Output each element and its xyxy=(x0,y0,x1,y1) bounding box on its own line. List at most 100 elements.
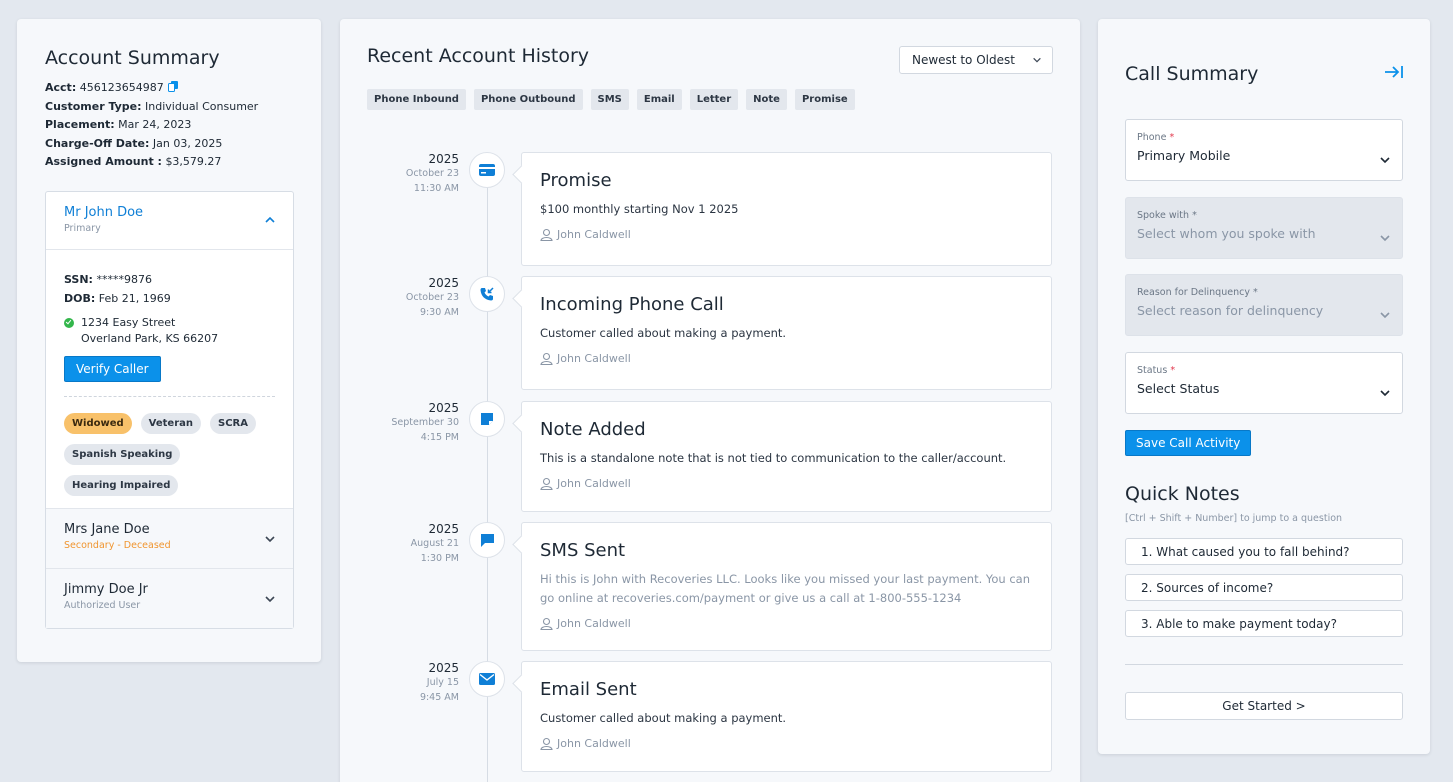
verify-caller-button[interactable]: Verify Caller xyxy=(64,355,161,382)
contact-header-primary[interactable]: Mr John Doe Primary xyxy=(46,192,293,250)
contact-tags: Widowed Veteran SCRA Spanish Speaking He… xyxy=(64,412,264,496)
required-mark: * xyxy=(1169,132,1175,143)
timeline-card[interactable]: Email Sent Customer called about making … xyxy=(521,661,1052,772)
timeline-card[interactable]: Incoming Phone Call Customer called abou… xyxy=(521,276,1052,390)
assigned-amount-value: $3,579.27 xyxy=(165,155,222,168)
timeline-desc: This is a standalone note that is not ti… xyxy=(540,451,1007,465)
ssn-label: SSN: xyxy=(64,272,93,286)
chevron-down-icon xyxy=(1380,235,1390,242)
chat-bubble-icon xyxy=(469,522,505,558)
customer-type-value: Individual Consumer xyxy=(145,99,259,113)
spoke-with-placeholder: Select whom you spoke with xyxy=(1137,226,1316,241)
timeline-agent: John Caldwell xyxy=(540,617,1033,630)
user-icon xyxy=(540,477,553,490)
timeline-agent: John Caldwell xyxy=(540,352,1033,365)
status-select[interactable]: Status * Select Status xyxy=(1125,352,1403,414)
chevron-up-icon[interactable] xyxy=(264,214,276,226)
timeline-year: 2025 xyxy=(428,522,459,536)
agent-name: John Caldwell xyxy=(557,737,631,750)
filter-promise[interactable]: Promise xyxy=(794,89,855,110)
credit-card-icon xyxy=(469,152,505,188)
tag-spanish-speaking: Spanish Speaking xyxy=(64,443,181,465)
reason-select[interactable]: Reason for Delinquency * Select reason f… xyxy=(1125,274,1403,336)
timeline-title: SMS Sent xyxy=(540,540,626,561)
timeline-title: Incoming Phone Call xyxy=(540,294,724,315)
phone-value: Primary Mobile xyxy=(1137,148,1231,163)
chevron-down-icon xyxy=(1033,57,1041,63)
timeline-year: 2025 xyxy=(428,661,459,675)
chevron-down-icon[interactable] xyxy=(264,593,276,605)
contact-name: Mrs Jane Doe xyxy=(64,521,150,537)
verified-check-icon xyxy=(64,317,74,328)
tag-veteran: Veteran xyxy=(140,412,202,434)
sort-value: Newest to Oldest xyxy=(912,53,1015,67)
contact-details: SSN: *****9876 DOB: Feb 21, 1969 1234 Ea… xyxy=(46,250,293,508)
timeline-card[interactable]: SMS Sent Hi this is John with Recoveries… xyxy=(521,522,1052,651)
filter-phone-inbound[interactable]: Phone Inbound xyxy=(367,89,466,110)
timeline-date: 2025 August 21 1:30 PM xyxy=(360,522,459,566)
copy-icon[interactable] xyxy=(167,81,178,92)
quick-note-1[interactable]: 1. What caused you to fall behind? xyxy=(1125,538,1403,565)
chevron-down-icon xyxy=(1380,390,1390,397)
call-summary-panel: Call Summary Phone * Primary Mobile Spok… xyxy=(1098,19,1430,754)
address: 1234 Easy Street Overland Park, KS 66207 xyxy=(64,315,275,347)
agent-name: John Caldwell xyxy=(557,617,631,630)
timeline-title: Note Added xyxy=(540,419,646,440)
contact-header-authorized[interactable]: Jimmy Doe Jr Authorized User xyxy=(46,567,293,628)
placement-value: Mar 24, 2023 xyxy=(118,118,192,131)
filter-phone-outbound[interactable]: Phone Outbound xyxy=(473,89,583,110)
timeline-time: 9:30 AM xyxy=(419,307,459,318)
timeline-year: 2025 xyxy=(428,276,459,290)
phone-label-text: Phone xyxy=(1137,132,1167,143)
timeline-day: September 30 xyxy=(391,417,459,428)
contact-role: Primary xyxy=(64,222,101,234)
save-call-activity-button[interactable]: Save Call Activity xyxy=(1125,430,1252,456)
required-mark: * xyxy=(1252,287,1258,298)
quick-notes-title: Quick Notes xyxy=(1125,483,1240,505)
timeline-card[interactable]: Promise $100 monthly starting Nov 1 2025… xyxy=(521,152,1052,266)
contact-role: Secondary - Deceased xyxy=(64,539,171,551)
phone-select[interactable]: Phone * Primary Mobile xyxy=(1125,119,1403,181)
filter-sms[interactable]: SMS xyxy=(590,89,629,110)
divider xyxy=(64,395,275,397)
filter-letter[interactable]: Letter xyxy=(689,89,739,110)
tag-hearing-impaired: Hearing Impaired xyxy=(64,474,179,496)
account-history-panel: Recent Account History Newest to Oldest … xyxy=(340,19,1080,782)
timeline-agent: John Caldwell xyxy=(540,477,1033,490)
quick-notes-hint: [Ctrl + Shift + Number] to jump to a que… xyxy=(1125,513,1343,524)
contact-name: Jimmy Doe Jr xyxy=(64,581,148,597)
spoke-with-select[interactable]: Spoke with * Select whom you spoke with xyxy=(1125,197,1403,259)
envelope-icon xyxy=(469,661,505,697)
quick-note-2[interactable]: 2. Sources of income? xyxy=(1125,574,1403,601)
contact-header-secondary[interactable]: Mrs Jane Doe Secondary - Deceased xyxy=(46,507,293,568)
address-line-2: Overland Park, KS 66207 xyxy=(81,331,219,345)
quick-note-3[interactable]: 3. Able to make payment today? xyxy=(1125,610,1403,637)
timeline-year: 2025 xyxy=(428,401,459,415)
dob-label: DOB: xyxy=(64,291,96,305)
timeline-day: August 21 xyxy=(410,538,459,549)
chevron-down-icon[interactable] xyxy=(264,533,276,545)
spoke-with-label-text: Spoke with xyxy=(1137,210,1190,221)
timeline-day: July 15 xyxy=(426,677,459,688)
sort-select[interactable]: Newest to Oldest xyxy=(899,46,1053,74)
history-filters: Phone Inbound Phone Outbound SMS Email L… xyxy=(367,89,1053,110)
phone-incoming-icon xyxy=(469,276,505,312)
timeline-card[interactable]: Note Added This is a standalone note tha… xyxy=(521,401,1052,512)
timeline-desc: Customer called about making a payment. xyxy=(540,326,787,340)
timeline-agent: John Caldwell xyxy=(540,228,1033,241)
timeline-day: October 23 xyxy=(405,292,459,303)
filter-note[interactable]: Note xyxy=(746,89,787,110)
contact-name: Mr John Doe xyxy=(64,204,144,220)
call-summary-title: Call Summary xyxy=(1125,63,1259,85)
account-summary-panel: Account Summary Acct: 456123654987 Custo… xyxy=(17,19,321,662)
timeline-title: Email Sent xyxy=(540,679,637,700)
get-started-button[interactable]: Get Started > xyxy=(1125,692,1403,720)
status-label-text: Status xyxy=(1137,365,1168,376)
filter-email[interactable]: Email xyxy=(636,89,682,110)
phone-label: Phone * xyxy=(1137,132,1391,143)
timeline-year: 2025 xyxy=(428,152,459,166)
collapse-panel-icon[interactable] xyxy=(1384,65,1404,79)
reason-label: Reason for Delinquency * xyxy=(1137,287,1391,298)
agent-name: John Caldwell xyxy=(557,352,631,365)
timeline-desc: $100 monthly starting Nov 1 2025 xyxy=(540,202,739,216)
